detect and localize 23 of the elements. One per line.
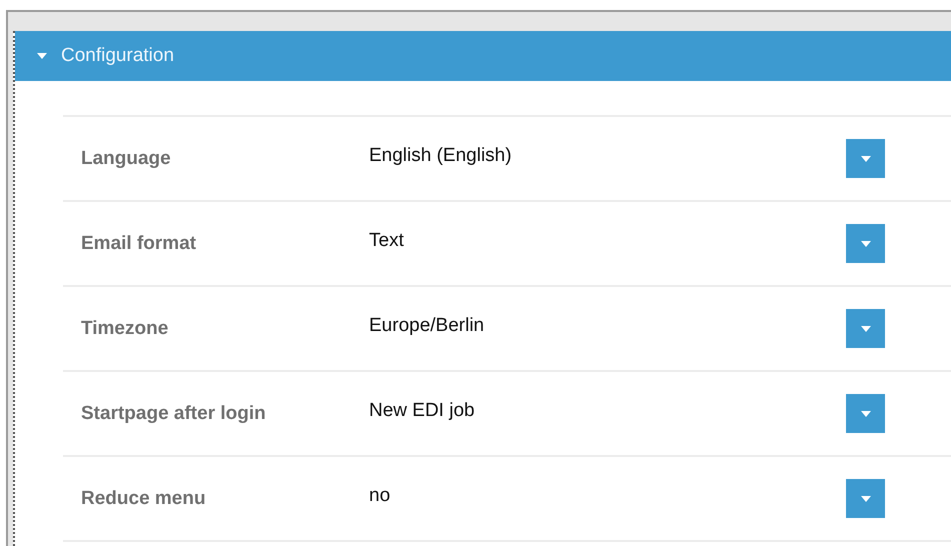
caret-icon — [860, 326, 870, 332]
setting-value: New EDI job — [369, 400, 476, 422]
setting-value: Text — [369, 230, 405, 252]
setting-value: Europe/Berlin — [369, 314, 486, 338]
setting-label: Reduce menu — [80, 488, 207, 510]
setting-value: English (English) — [369, 144, 513, 168]
caret-icon — [37, 53, 47, 59]
panel-title: Configuration — [61, 45, 174, 67]
dropdown-button[interactable] — [846, 224, 885, 263]
dropdown-button[interactable] — [846, 139, 885, 178]
dropdown-button[interactable] — [846, 394, 885, 433]
setting-label: Timezone — [80, 318, 170, 340]
caret-icon — [860, 410, 870, 416]
caret-icon — [860, 156, 870, 162]
panel-header[interactable]: Configuration — [15, 31, 951, 81]
caret-icon — [860, 240, 870, 246]
setting-label: Email format — [80, 232, 198, 254]
setting-label: Startpage after login — [80, 402, 267, 424]
dropdown-button[interactable] — [846, 309, 885, 348]
caret-icon — [860, 496, 870, 502]
setting-value: no — [369, 484, 392, 508]
dropdown-button[interactable] — [846, 479, 885, 518]
setting-label: Language — [80, 148, 172, 170]
